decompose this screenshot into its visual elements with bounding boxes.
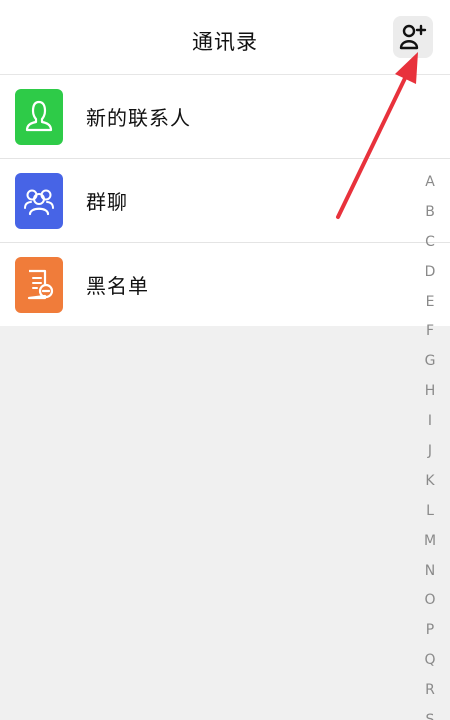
group-chat-icon-badge	[15, 172, 63, 229]
alpha-index-letter-a[interactable]: A	[416, 168, 444, 198]
alpha-index-letter-r[interactable]: R	[416, 676, 444, 706]
alpha-index-letter-i[interactable]: I	[416, 407, 444, 437]
alpha-index-letter-j[interactable]: J	[416, 437, 444, 467]
person-add-icon	[399, 24, 427, 50]
alphabet-index[interactable]: A B C D E F G H I J K L M N O P Q R S	[416, 168, 444, 720]
alpha-index-letter-n[interactable]: N	[416, 557, 444, 587]
header-bar: 通讯录	[0, 0, 450, 74]
alpha-index-letter-b[interactable]: B	[416, 198, 444, 228]
alpha-index-letter-d[interactable]: D	[416, 258, 444, 288]
group-chat-icon	[24, 189, 54, 215]
contacts-menu-list: 新的联系人 群聊 黑名单	[0, 74, 450, 326]
list-item-label: 新的联系人	[86, 106, 191, 130]
list-item-blacklist[interactable]: 黑名单	[0, 243, 450, 326]
alpha-index-letter-k[interactable]: K	[416, 467, 444, 497]
alpha-index-letter-p[interactable]: P	[416, 616, 444, 646]
alpha-index-letter-l[interactable]: L	[416, 497, 444, 527]
list-item-label: 群聊	[86, 190, 128, 214]
new-contact-icon	[25, 100, 53, 131]
blacklist-icon-badge	[15, 256, 63, 313]
alpha-index-letter-c[interactable]: C	[416, 228, 444, 258]
alpha-index-letter-o[interactable]: O	[416, 586, 444, 616]
alpha-index-letter-g[interactable]: G	[416, 347, 444, 377]
alpha-index-letter-e[interactable]: E	[416, 288, 444, 318]
alpha-index-letter-q[interactable]: Q	[416, 646, 444, 676]
list-item-new-contacts[interactable]: 新的联系人	[0, 75, 450, 159]
list-item-group-chats[interactable]: 群聊	[0, 159, 450, 243]
alpha-index-letter-m[interactable]: M	[416, 527, 444, 557]
contacts-screen: 通讯录 新的联系人 群聊 黑名单 A B C D E F G H I J K L…	[0, 0, 450, 720]
alpha-index-letter-h[interactable]: H	[416, 377, 444, 407]
blacklist-icon	[27, 269, 54, 299]
page-title: 通讯录	[192, 30, 258, 54]
alpha-index-letter-f[interactable]: F	[416, 317, 444, 347]
new-contact-icon-badge	[15, 88, 63, 145]
add-contact-button[interactable]	[393, 16, 433, 58]
alpha-index-letter-s[interactable]: S	[416, 706, 444, 720]
list-item-label: 黑名单	[86, 274, 149, 298]
